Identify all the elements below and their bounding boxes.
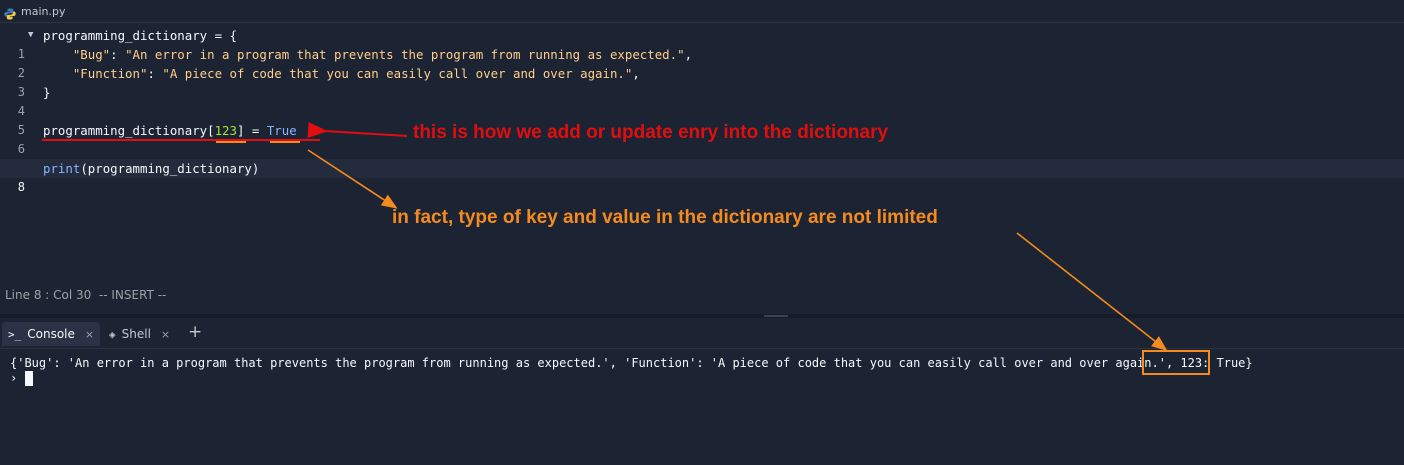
- dict-key: "Bug": [72, 47, 111, 62]
- shell-icon: ◈: [109, 327, 116, 341]
- code-line: 2 "Bug": "An error in a program that pre…: [0, 45, 1404, 80]
- editor-status-bar: Line 8 : Col 30 -- INSERT --: [5, 288, 166, 302]
- annotation-orange: in fact, type of key and value in the di…: [392, 207, 938, 228]
- terminal-icon: >_: [8, 327, 22, 341]
- code-line: 4 }: [0, 83, 1404, 118]
- close-icon[interactable]: ×: [161, 328, 170, 341]
- resize-grip[interactable]: [764, 315, 788, 317]
- bool-literal: True: [266, 123, 297, 138]
- code-editor[interactable]: 1 ▼ programming_dictionary = { 2 "Bug": …: [0, 26, 1404, 286]
- dict-key: "Function": [72, 66, 148, 81]
- close-icon[interactable]: ×: [85, 328, 94, 341]
- tab-label: Shell: [121, 327, 151, 341]
- tab-label: Console: [27, 327, 75, 341]
- annotation-highlight-box: [1142, 350, 1210, 375]
- python-icon: [4, 5, 16, 20]
- dict-value: "An error in a program that prevents the…: [125, 47, 685, 62]
- annotation-red: this is how we add or update enry into t…: [413, 122, 889, 143]
- variable-name: programming_dictionary: [43, 28, 208, 43]
- code-line: 1 ▼ programming_dictionary = {: [0, 26, 1404, 61]
- editor-mode: -- INSERT --: [98, 288, 167, 302]
- file-tab-main-py[interactable]: main.py: [21, 5, 65, 18]
- tab-shell[interactable]: ◈ Shell ×: [103, 322, 176, 346]
- console-cursor[interactable]: [25, 371, 33, 386]
- fold-arrow-icon[interactable]: ▼: [28, 26, 33, 45]
- file-tab-bar: main.py: [0, 0, 1404, 23]
- code-line-active: 8 print(programming_dictionary): [0, 159, 1404, 194]
- dict-value: "A piece of code that you can easily cal…: [162, 66, 633, 81]
- console-tab-bar: >_ Console × ◈ Shell ×: [0, 318, 1404, 349]
- cursor-position: Line 8 : Col 30: [5, 288, 92, 302]
- code-line: 3 "Function": "A piece of code that you …: [0, 64, 1404, 99]
- console-prompt-icon: ›: [10, 371, 18, 385]
- console-output: {'Bug': 'An error in a program that prev…: [10, 356, 1253, 370]
- line-number: 8: [17, 180, 25, 194]
- add-tab-button[interactable]: +: [188, 322, 202, 342]
- tab-console[interactable]: >_ Console ×: [2, 322, 101, 346]
- code-line: 5: [0, 102, 1404, 137]
- function-name: print: [43, 161, 81, 176]
- dict-key-number: 123: [214, 123, 237, 138]
